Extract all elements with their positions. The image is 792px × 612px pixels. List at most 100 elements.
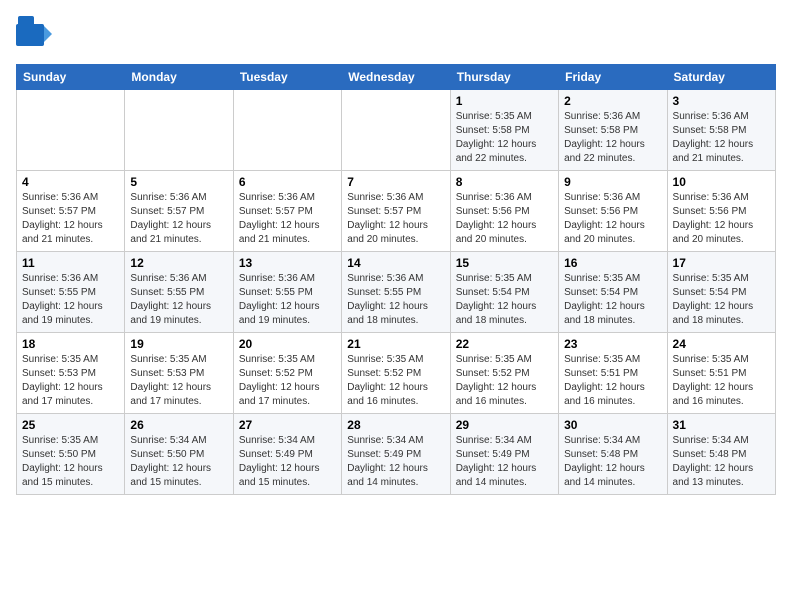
day-number: 30: [564, 418, 661, 432]
day-info: Sunrise: 5:36 AM Sunset: 5:57 PM Dayligh…: [239, 191, 336, 247]
calendar-cell: 13 Sunrise: 5:36 AM Sunset: 5:55 PM Dayli…: [233, 252, 341, 333]
calendar-cell: [17, 90, 125, 171]
calendar-cell: 31 Sunrise: 5:34 AM Sunset: 5:48 PM Dayli…: [667, 414, 775, 495]
calendar-cell: 14 Sunrise: 5:36 AM Sunset: 5:55 PM Dayli…: [342, 252, 450, 333]
calendar-cell: 17 Sunrise: 5:35 AM Sunset: 5:54 PM Dayli…: [667, 252, 775, 333]
day-info: Sunrise: 5:36 AM Sunset: 5:55 PM Dayligh…: [347, 272, 444, 328]
day-info: Sunrise: 5:35 AM Sunset: 5:51 PM Dayligh…: [673, 353, 770, 409]
day-number: 8: [456, 175, 553, 189]
calendar-cell: [125, 90, 233, 171]
day-info: Sunrise: 5:36 AM Sunset: 5:55 PM Dayligh…: [239, 272, 336, 328]
day-info: Sunrise: 5:35 AM Sunset: 5:51 PM Dayligh…: [564, 353, 661, 409]
day-number: 25: [22, 418, 119, 432]
calendar-week-row: 25 Sunrise: 5:35 AM Sunset: 5:50 PM Dayli…: [17, 414, 776, 495]
calendar-cell: 28 Sunrise: 5:34 AM Sunset: 5:49 PM Dayli…: [342, 414, 450, 495]
day-number: 9: [564, 175, 661, 189]
calendar-cell: 21 Sunrise: 5:35 AM Sunset: 5:52 PM Dayli…: [342, 333, 450, 414]
calendar-cell: [233, 90, 341, 171]
calendar-week-row: 1 Sunrise: 5:35 AM Sunset: 5:58 PM Daylig…: [17, 90, 776, 171]
calendar-cell: 16Sunrise: 5:35 AM Sunset: 5:54 PM Dayli…: [559, 252, 667, 333]
calendar-cell: 25 Sunrise: 5:35 AM Sunset: 5:50 PM Dayli…: [17, 414, 125, 495]
calendar-cell: 3Sunrise: 5:36 AM Sunset: 5:58 PM Daylig…: [667, 90, 775, 171]
day-number: 24: [673, 337, 770, 351]
calendar-cell: 18Sunrise: 5:35 AM Sunset: 5:53 PM Dayli…: [17, 333, 125, 414]
calendar-cell: 27 Sunrise: 5:34 AM Sunset: 5:49 PM Dayli…: [233, 414, 341, 495]
day-info: Sunrise: 5:36 AM Sunset: 5:58 PM Dayligh…: [564, 110, 661, 166]
day-info: Sunrise: 5:34 AM Sunset: 5:49 PM Dayligh…: [347, 434, 444, 490]
day-number: 18: [22, 337, 119, 351]
day-number: 3: [673, 94, 770, 108]
day-info: Sunrise: 5:34 AM Sunset: 5:48 PM Dayligh…: [564, 434, 661, 490]
day-number: 1: [456, 94, 553, 108]
calendar-cell: 23 Sunrise: 5:35 AM Sunset: 5:51 PM Dayli…: [559, 333, 667, 414]
day-number: 19: [130, 337, 227, 351]
calendar-cell: 11 Sunrise: 5:36 AM Sunset: 5:55 PM Dayli…: [17, 252, 125, 333]
calendar-week-row: 11 Sunrise: 5:36 AM Sunset: 5:55 PM Dayli…: [17, 252, 776, 333]
day-number: 5: [130, 175, 227, 189]
day-number: 7: [347, 175, 444, 189]
calendar-week-row: 18 Sunrise: 5:35 AM Sunset: 5:53 PM Dayli…: [17, 333, 776, 414]
weekday-header-friday: Friday: [559, 65, 667, 90]
day-number: 17: [673, 256, 770, 270]
day-number: 23: [564, 337, 661, 351]
day-info: Sunrise: 5:35 AM Sunset: 5:52 PM Dayligh…: [239, 353, 336, 409]
calendar-cell: 24 Sunrise: 5:35 AM Sunset: 5:51 PM Dayli…: [667, 333, 775, 414]
day-number: 20: [239, 337, 336, 351]
calendar-cell: 1 Sunrise: 5:35 AM Sunset: 5:58 PM Daylig…: [450, 90, 558, 171]
calendar-cell: 30 Sunrise: 5:34 AM Sunset: 5:48 PM Dayli…: [559, 414, 667, 495]
day-info: Sunrise: 5:36 AM Sunset: 5:56 PM Dayligh…: [673, 191, 770, 247]
calendar-cell: [342, 90, 450, 171]
calendar-cell: 19 Sunrise: 5:35 AM Sunset: 5:53 PM Dayli…: [125, 333, 233, 414]
day-info: Sunrise: 5:36 AM Sunset: 5:55 PM Dayligh…: [130, 272, 227, 328]
day-number: 6: [239, 175, 336, 189]
day-info: Sunrise: 5:34 AM Sunset: 5:48 PM Dayligh…: [673, 434, 770, 490]
calendar-cell: 10 Sunrise: 5:36 AM Sunset: 5:56 PM Dayli…: [667, 171, 775, 252]
day-info: Sunrise: 5:34 AM Sunset: 5:49 PM Dayligh…: [456, 434, 553, 490]
day-number: 31: [673, 418, 770, 432]
day-info: Sunrise: 5:35 AM Sunset: 5:50 PM Dayligh…: [22, 434, 119, 490]
day-info: Sunrise: 5:35 AM Sunset: 5:52 PM Dayligh…: [456, 353, 553, 409]
weekday-header-monday: Monday: [125, 65, 233, 90]
day-info: Sunrise: 5:36 AM Sunset: 5:57 PM Dayligh…: [22, 191, 119, 247]
day-number: 28: [347, 418, 444, 432]
day-number: 13: [239, 256, 336, 270]
day-info: Sunrise: 5:34 AM Sunset: 5:49 PM Dayligh…: [239, 434, 336, 490]
day-number: 14: [347, 256, 444, 270]
header: [16, 16, 776, 56]
day-info: Sunrise: 5:35 AM Sunset: 5:53 PM Dayligh…: [130, 353, 227, 409]
day-number: 2: [564, 94, 661, 108]
weekday-header-row: SundayMondayTuesdayWednesdayThursdayFrid…: [17, 65, 776, 90]
calendar-cell: 7 Sunrise: 5:36 AM Sunset: 5:57 PM Daylig…: [342, 171, 450, 252]
day-info: Sunrise: 5:36 AM Sunset: 5:56 PM Dayligh…: [564, 191, 661, 247]
calendar-week-row: 4 Sunrise: 5:36 AM Sunset: 5:57 PM Daylig…: [17, 171, 776, 252]
calendar-cell: 22Sunrise: 5:35 AM Sunset: 5:52 PM Dayli…: [450, 333, 558, 414]
weekday-header-saturday: Saturday: [667, 65, 775, 90]
day-number: 10: [673, 175, 770, 189]
day-info: Sunrise: 5:35 AM Sunset: 5:54 PM Dayligh…: [673, 272, 770, 328]
day-number: 27: [239, 418, 336, 432]
calendar-cell: 26Sunrise: 5:34 AM Sunset: 5:50 PM Dayli…: [125, 414, 233, 495]
logo-icon: [16, 16, 52, 56]
day-number: 4: [22, 175, 119, 189]
calendar-cell: 29Sunrise: 5:34 AM Sunset: 5:49 PM Dayli…: [450, 414, 558, 495]
calendar-cell: 12 Sunrise: 5:36 AM Sunset: 5:55 PM Dayli…: [125, 252, 233, 333]
day-info: Sunrise: 5:36 AM Sunset: 5:57 PM Dayligh…: [130, 191, 227, 247]
day-info: Sunrise: 5:36 AM Sunset: 5:56 PM Dayligh…: [456, 191, 553, 247]
calendar-cell: 4 Sunrise: 5:36 AM Sunset: 5:57 PM Daylig…: [17, 171, 125, 252]
calendar-cell: 2 Sunrise: 5:36 AM Sunset: 5:58 PM Daylig…: [559, 90, 667, 171]
calendar-cell: 9 Sunrise: 5:36 AM Sunset: 5:56 PM Daylig…: [559, 171, 667, 252]
day-number: 12: [130, 256, 227, 270]
logo: [16, 16, 54, 56]
calendar-cell: 15Sunrise: 5:35 AM Sunset: 5:54 PM Dayli…: [450, 252, 558, 333]
weekday-header-thursday: Thursday: [450, 65, 558, 90]
day-number: 21: [347, 337, 444, 351]
day-info: Sunrise: 5:35 AM Sunset: 5:54 PM Dayligh…: [564, 272, 661, 328]
day-info: Sunrise: 5:36 AM Sunset: 5:57 PM Dayligh…: [347, 191, 444, 247]
weekday-header-sunday: Sunday: [17, 65, 125, 90]
weekday-header-wednesday: Wednesday: [342, 65, 450, 90]
day-info: Sunrise: 5:35 AM Sunset: 5:58 PM Dayligh…: [456, 110, 553, 166]
day-info: Sunrise: 5:36 AM Sunset: 5:55 PM Dayligh…: [22, 272, 119, 328]
day-info: Sunrise: 5:34 AM Sunset: 5:50 PM Dayligh…: [130, 434, 227, 490]
day-info: Sunrise: 5:35 AM Sunset: 5:52 PM Dayligh…: [347, 353, 444, 409]
day-number: 11: [22, 256, 119, 270]
